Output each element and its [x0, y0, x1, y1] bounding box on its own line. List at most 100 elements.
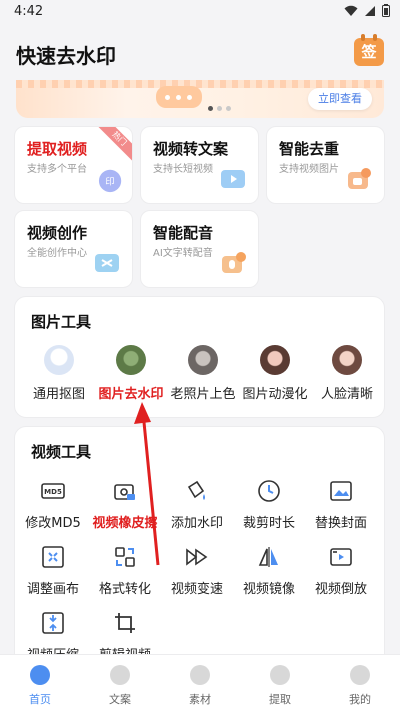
tool-md5[interactable]: MD5 修改MD5 [17, 479, 89, 531]
section-title: 图片工具 [31, 313, 92, 331]
indicator-dot [208, 106, 213, 111]
tool-replace-cover[interactable]: 替换封面 [305, 479, 377, 531]
watermark-avatar [116, 345, 146, 375]
tool-label: 裁剪时长 [242, 516, 295, 531]
tool-label: 视频变速 [170, 582, 223, 597]
convert-icon [115, 547, 135, 567]
tab-extract[interactable]: 提取 [250, 665, 310, 707]
tab-label: 首页 [29, 693, 51, 706]
indicator-dot [226, 106, 231, 111]
reverse-icon [330, 548, 352, 566]
indicator-dot [217, 106, 222, 111]
svg-text:印: 印 [105, 176, 114, 188]
cover-icon [330, 481, 352, 501]
card-title: 智能配音 [153, 224, 214, 242]
mirror-icon [258, 547, 278, 567]
tab-label: 我的 [349, 693, 371, 706]
card-title: 视频转文案 [153, 140, 229, 158]
wifi-icon [344, 5, 358, 16]
clock-icon [258, 480, 280, 502]
card-subtitle: 全能创作中心 [27, 248, 87, 259]
tool-video-reverse[interactable]: 视频倒放 [305, 545, 377, 597]
tool-face-enhance[interactable]: 人脸清晰 [311, 345, 383, 402]
tool-video-eraser[interactable]: 视频橡皮擦 [89, 479, 161, 531]
cutout-avatar [44, 345, 74, 375]
tool-video-mirror[interactable]: 视频镜像 [233, 545, 305, 597]
colorize-avatar [188, 345, 218, 375]
extract-icon [270, 665, 290, 685]
dedupe-icon [348, 168, 371, 189]
tab-home[interactable]: 首页 [10, 665, 70, 707]
card-video-to-text[interactable]: 视频转文案 支持长短视频 [140, 126, 259, 204]
card-extract-video[interactable]: 提取视频 支持多个平台 热门 印 [14, 126, 133, 204]
page-title: 快速去水印 [16, 44, 116, 68]
dubbing-icon [222, 252, 246, 273]
tool-label: 视频倒放 [314, 582, 367, 597]
tab-label: 提取 [269, 693, 291, 706]
svg-text:MD5: MD5 [44, 488, 62, 496]
card-subtitle: 支持长短视频 [153, 164, 213, 175]
tool-label: 老照片上色 [170, 387, 236, 402]
bottom-tab-bar: 首页 文案 素材 提取 我的 [0, 654, 400, 712]
tool-format-convert[interactable]: 格式转化 [89, 545, 161, 597]
tool-label: 图片去水印 [98, 387, 164, 402]
tool-label: 通用抠图 [32, 387, 85, 402]
signal-icon [365, 5, 375, 16]
video-text-icon [221, 170, 245, 188]
card-subtitle: 支持多个平台 [27, 164, 87, 175]
tool-image-watermark[interactable]: 图片去水印 [95, 345, 167, 402]
material-icon [190, 665, 210, 685]
tool-label: 视频橡皮擦 [92, 516, 158, 531]
tool-label: 格式转化 [98, 582, 151, 597]
crop-icon [115, 613, 135, 633]
home-icon [30, 665, 50, 685]
eraser-icon [114, 484, 135, 500]
status-bar: 4:42 [0, 0, 400, 24]
tool-trim-duration[interactable]: 裁剪时长 [233, 479, 305, 531]
sign-in-button[interactable]: 签 [354, 34, 384, 66]
tool-label: 图片动漫化 [242, 387, 308, 402]
profile-icon [350, 665, 370, 685]
section-title: 视频工具 [31, 443, 92, 461]
tab-text[interactable]: 文案 [90, 665, 150, 707]
tab-material[interactable]: 素材 [170, 665, 230, 707]
card-subtitle: 支持视频图片 [279, 164, 339, 175]
face-avatar [332, 345, 362, 375]
banner-view-button[interactable]: 立即查看 [308, 88, 372, 110]
tab-label: 文案 [109, 693, 131, 706]
promo-banner[interactable]: 立即查看 [16, 80, 384, 118]
card-subtitle: AI文字转配音 [153, 248, 213, 259]
chat-bubble-icon [156, 86, 202, 108]
tool-label: 添加水印 [170, 516, 223, 531]
speed-icon [186, 548, 208, 566]
tool-anime[interactable]: 图片动漫化 [239, 345, 311, 402]
text-icon [110, 665, 130, 685]
card-video-create[interactable]: 视频创作 全能创作中心 [14, 210, 133, 288]
hot-badge: 热门 [98, 127, 132, 161]
card-smart-dedupe[interactable]: 智能去重 支持视频图片 [266, 126, 385, 204]
battery-icon [382, 4, 390, 17]
card-smart-dubbing[interactable]: 智能配音 AI文字转配音 [140, 210, 259, 288]
image-tools-section: 图片工具 通用抠图 图片去水印 老照片上色 图片动漫化 人脸清晰 [14, 296, 385, 418]
tool-cutout[interactable]: 通用抠图 [23, 345, 95, 402]
banner-stripe [16, 80, 384, 88]
app-header: 快速去水印 签 [0, 28, 400, 76]
tool-video-speed[interactable]: 视频变速 [161, 545, 233, 597]
card-title: 视频创作 [27, 224, 88, 242]
tool-add-watermark[interactable]: 添加水印 [161, 479, 233, 531]
tool-colorize[interactable]: 老照片上色 [167, 345, 239, 402]
hot-badge-text: 热门 [98, 127, 132, 161]
tool-label: 替换封面 [314, 516, 367, 531]
canvas-icon [42, 546, 64, 568]
compress-icon [42, 612, 64, 634]
tool-label: 修改MD5 [25, 516, 81, 531]
tab-profile[interactable]: 我的 [330, 665, 390, 707]
tool-label: 视频镜像 [242, 582, 295, 597]
tool-adjust-canvas[interactable]: 调整画布 [17, 545, 89, 597]
video-tools-section: 视频工具 MD5 修改MD5 视频橡皮擦 添加水印 裁剪时长 替换封面 调整画布… [14, 426, 385, 666]
tool-label: 人脸清晰 [320, 387, 373, 402]
tool-label: 调整画布 [26, 582, 79, 597]
banner-indicator [208, 106, 231, 111]
card-title: 提取视频 [27, 140, 88, 158]
card-title: 智能去重 [279, 140, 340, 158]
